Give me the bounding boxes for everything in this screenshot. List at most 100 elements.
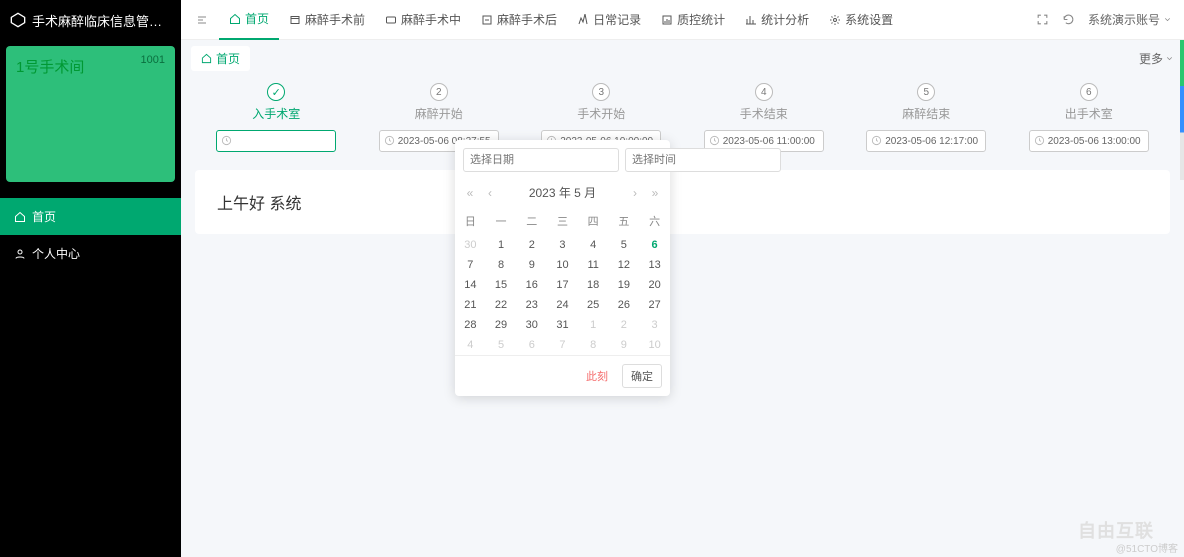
- sys-icon: [829, 14, 841, 26]
- calendar-day[interactable]: 1: [578, 315, 609, 335]
- sidebar-item-label: 首页: [32, 208, 56, 225]
- fullscreen-icon[interactable]: [1036, 13, 1050, 27]
- sidebar-item-home[interactable]: 首页: [0, 198, 181, 235]
- main: 首页 麻醉手术前麻醉手术中麻醉手术后日常记录质控统计 统计分析 系统设置 系统演示账号…: [181, 0, 1184, 557]
- calendar-day[interactable]: 17: [547, 275, 578, 295]
- subtab-home[interactable]: 首页: [191, 46, 250, 71]
- refresh-icon[interactable]: [1062, 13, 1076, 27]
- tab-post[interactable]: 麻醉手术后: [471, 0, 567, 40]
- calendar-day[interactable]: 20: [639, 275, 670, 295]
- tab-intra[interactable]: 麻醉手术中: [375, 0, 471, 40]
- calendar-day[interactable]: 28: [455, 315, 486, 335]
- step-datetime-input[interactable]: [216, 130, 336, 152]
- greeting-card: 上午好 系统: [195, 170, 1170, 234]
- step-datetime-input[interactable]: 2023-05-06 13:00:00: [1029, 130, 1149, 152]
- chevron-down-icon: [1163, 15, 1172, 24]
- calendar-day[interactable]: 23: [516, 295, 547, 315]
- calendar-day[interactable]: 5: [609, 235, 640, 255]
- tab-label: 统计分析: [761, 11, 809, 28]
- calendar-day[interactable]: 30: [516, 315, 547, 335]
- calendar-day[interactable]: 3: [547, 235, 578, 255]
- sidebar-item-user[interactable]: 个人中心: [0, 235, 181, 272]
- calendar-day[interactable]: 2: [516, 235, 547, 255]
- calendar-day[interactable]: 3: [639, 315, 670, 335]
- step-circle: 5: [917, 83, 935, 101]
- clock-icon: [709, 135, 720, 149]
- home-icon: [229, 13, 241, 25]
- prev-year-icon[interactable]: «: [463, 186, 477, 200]
- step-5: 5 麻醉结束 2023-05-06 12:17:00: [851, 83, 1001, 152]
- step-title: 出手术室: [1065, 105, 1113, 122]
- tab-stats[interactable]: 统计分析: [735, 0, 819, 40]
- weekday-header: 一: [486, 209, 517, 235]
- calendar-day[interactable]: 11: [578, 255, 609, 275]
- account-menu[interactable]: 系统演示账号: [1088, 11, 1172, 28]
- tab-daily[interactable]: 日常记录: [567, 0, 651, 40]
- room-number: 1001: [141, 54, 165, 66]
- step-circle: [267, 83, 285, 101]
- calendar-day[interactable]: 29: [486, 315, 517, 335]
- clock-icon: [221, 135, 232, 149]
- calendar-day[interactable]: 5: [486, 335, 517, 355]
- tab-pre[interactable]: 麻醉手术前: [279, 0, 375, 40]
- tab-sys[interactable]: 系统设置: [819, 0, 903, 40]
- step-datetime-value: 2023-05-06 11:00:00: [723, 136, 815, 147]
- step-datetime-input[interactable]: 2023-05-06 12:17:00: [866, 130, 986, 152]
- tab-label: 麻醉手术前: [305, 11, 365, 28]
- calendar-day[interactable]: 8: [486, 255, 517, 275]
- calendar-day[interactable]: 18: [578, 275, 609, 295]
- calendar-day[interactable]: 7: [455, 255, 486, 275]
- stats-icon: [745, 14, 757, 26]
- step-circle: 2: [430, 83, 448, 101]
- calendar-day[interactable]: 9: [609, 335, 640, 355]
- weekday-header: 日: [455, 209, 486, 235]
- calendar-day[interactable]: 30: [455, 235, 486, 255]
- calendar-day[interactable]: 8: [578, 335, 609, 355]
- calendar-day[interactable]: 26: [609, 295, 640, 315]
- time-input[interactable]: [625, 148, 781, 172]
- tab-home[interactable]: 首页: [219, 0, 279, 40]
- calendar-day[interactable]: 10: [547, 255, 578, 275]
- room-card[interactable]: 1号手术间 1001: [6, 46, 175, 182]
- date-input[interactable]: [463, 148, 619, 172]
- now-button[interactable]: 此刻: [578, 364, 616, 388]
- weekday-header: 四: [578, 209, 609, 235]
- calendar-day[interactable]: 4: [578, 235, 609, 255]
- next-month-icon[interactable]: ›: [628, 186, 642, 200]
- calendar-day[interactable]: 31: [547, 315, 578, 335]
- sidebar-item-label: 个人中心: [32, 245, 80, 262]
- tab-qc[interactable]: 质控统计: [651, 0, 735, 40]
- subtab-row: 首页 更多: [181, 40, 1184, 77]
- calendar-day[interactable]: 6: [516, 335, 547, 355]
- next-year-icon[interactable]: »: [648, 186, 662, 200]
- calendar-day[interactable]: 9: [516, 255, 547, 275]
- calendar-day[interactable]: 4: [455, 335, 486, 355]
- calendar-day[interactable]: 6: [639, 235, 670, 255]
- step-title: 入手术室: [252, 105, 300, 122]
- calendar-day[interactable]: 12: [609, 255, 640, 275]
- calendar-day[interactable]: 1: [486, 235, 517, 255]
- calendar-day[interactable]: 15: [486, 275, 517, 295]
- step-title: 麻醉结束: [902, 105, 950, 122]
- topbar: 首页 麻醉手术前麻醉手术中麻醉手术后日常记录质控统计 统计分析 系统设置 系统演示账号: [181, 0, 1184, 40]
- calendar-day[interactable]: 14: [455, 275, 486, 295]
- prev-month-icon[interactable]: ‹: [483, 186, 497, 200]
- calendar-day[interactable]: 24: [547, 295, 578, 315]
- calendar-day[interactable]: 7: [547, 335, 578, 355]
- collapse-icon[interactable]: [193, 14, 211, 26]
- calendar-day[interactable]: 19: [609, 275, 640, 295]
- more-link[interactable]: 更多: [1139, 50, 1174, 67]
- ok-button[interactable]: 确定: [622, 364, 662, 388]
- more-label: 更多: [1139, 50, 1163, 67]
- check-icon: [272, 86, 281, 99]
- step-circle: 3: [592, 83, 610, 101]
- tab-label: 系统设置: [845, 11, 893, 28]
- calendar-day[interactable]: 10: [639, 335, 670, 355]
- calendar-day[interactable]: 22: [486, 295, 517, 315]
- calendar-day[interactable]: 16: [516, 275, 547, 295]
- calendar-day[interactable]: 27: [639, 295, 670, 315]
- calendar-day[interactable]: 2: [609, 315, 640, 335]
- calendar-day[interactable]: 21: [455, 295, 486, 315]
- calendar-day[interactable]: 25: [578, 295, 609, 315]
- calendar-day[interactable]: 13: [639, 255, 670, 275]
